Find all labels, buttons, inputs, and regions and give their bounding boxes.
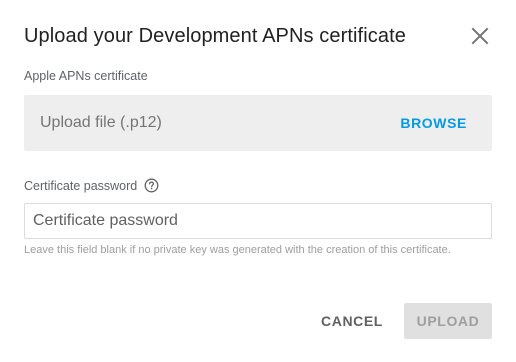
cancel-button[interactable]: CANCEL (310, 303, 394, 339)
help-circle-icon[interactable] (144, 178, 159, 193)
certificate-password-input[interactable] (24, 203, 492, 239)
apns-certificate-label: Apple APNs certificate (24, 69, 148, 83)
password-hint: Leave this field blank if no private key… (24, 244, 451, 256)
certificate-password-label: Certificate password (24, 178, 138, 193)
close-icon (466, 22, 494, 50)
upload-button[interactable]: UPLOAD (404, 303, 492, 339)
dialog-title: Upload your Development APNs certificate (24, 25, 406, 47)
browse-button[interactable]: BROWSE (400, 115, 467, 131)
upload-file-placeholder: Upload file (.p12) (40, 114, 162, 131)
close-button[interactable] (466, 22, 494, 50)
file-upload-area[interactable]: Upload file (.p12) BROWSE (24, 95, 492, 151)
certificate-password-label-row: Certificate password (24, 178, 159, 193)
upload-certificate-dialog: Upload your Development APNs certificate… (0, 0, 516, 362)
